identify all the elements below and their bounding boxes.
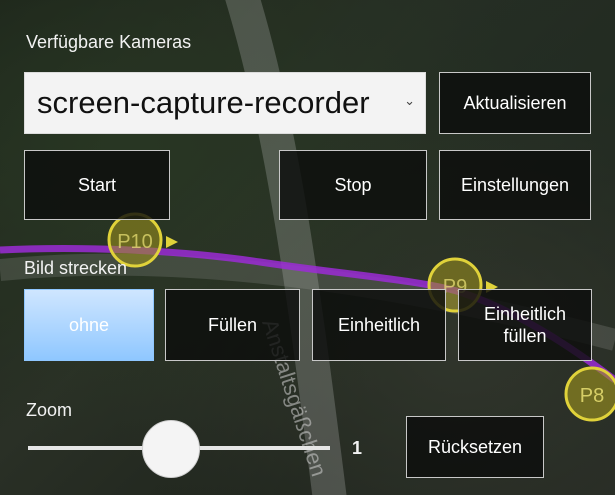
svg-text:P10: P10 [117, 231, 153, 253]
start-button[interactable]: Start [24, 150, 170, 220]
camera-select[interactable]: screen-capture-recorder ⌄ [24, 72, 426, 134]
camera-select-value: screen-capture-recorder [37, 85, 370, 120]
map-marker-p8: P8 [564, 366, 615, 422]
zoom-value: 1 [352, 438, 363, 458]
refresh-button[interactable]: Aktualisieren [439, 72, 591, 134]
chevron-down-icon: ⌄ [404, 93, 415, 108]
reset-zoom-button[interactable]: Rücksetzen [406, 416, 544, 478]
stretch-option-uniform[interactable]: Einheitlich [312, 289, 446, 361]
stretch-label: Bild strecken [24, 258, 128, 278]
zoom-slider-thumb[interactable] [142, 420, 200, 478]
zoom-label: Zoom [26, 400, 73, 420]
stretch-option-uniform-fill[interactable]: Einheitlich füllen [458, 289, 592, 361]
stretch-option-none[interactable]: ohne [24, 289, 154, 361]
zoom-slider[interactable] [24, 420, 334, 480]
stretch-option-fill[interactable]: Füllen [165, 289, 300, 361]
svg-text:P8: P8 [580, 385, 604, 407]
stop-button[interactable]: Stop [279, 150, 427, 220]
cameras-label: Verfügbare Kameras [26, 32, 192, 52]
settings-button[interactable]: Einstellungen [439, 150, 591, 220]
